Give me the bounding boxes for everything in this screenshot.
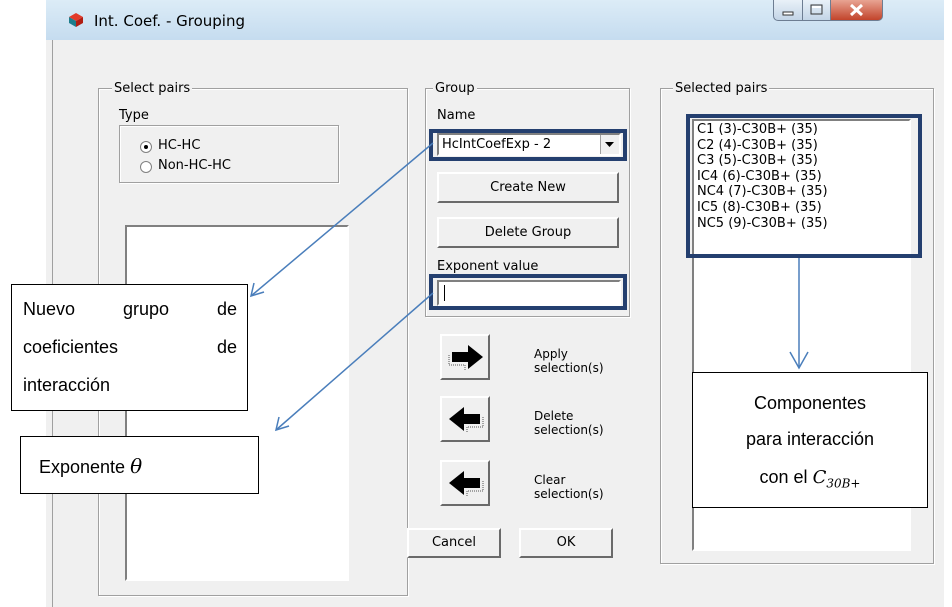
exponent-arrow-line xyxy=(275,292,434,431)
group-callout: Nuevo grupo de coeficientes de interacción xyxy=(11,284,248,411)
exponent-callout: Exponente θ xyxy=(20,436,259,494)
group-arrow-line xyxy=(250,142,434,297)
components-callout: Componentes para interacción con el C30B… xyxy=(692,372,928,508)
